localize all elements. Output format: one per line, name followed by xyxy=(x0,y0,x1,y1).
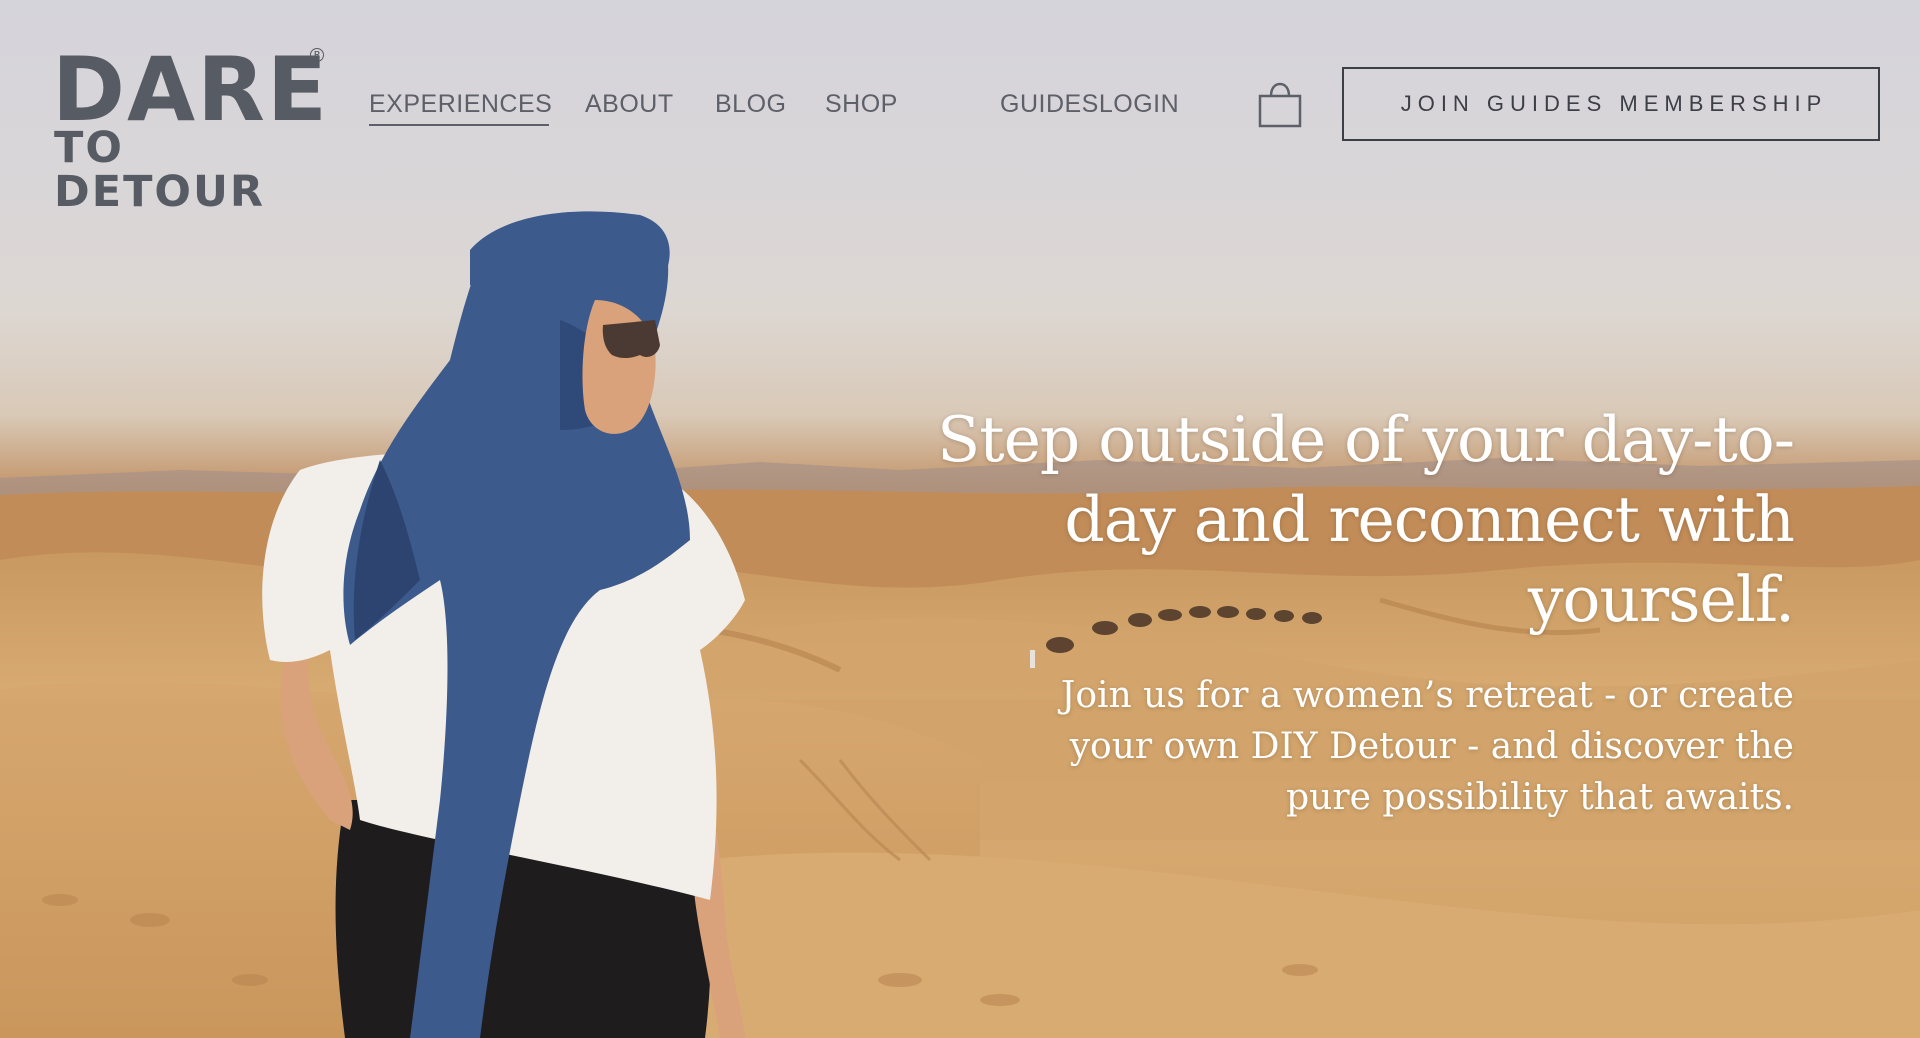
join-guides-membership-button[interactable]: JOIN GUIDES MEMBERSHIP xyxy=(1342,67,1880,141)
nav-guides-login[interactable]: GUIDESLOGIN xyxy=(1000,90,1179,119)
nav-experiences[interactable]: EXPERIENCES xyxy=(369,90,552,119)
hero-headline: Step outside of your day-to-day and reco… xyxy=(937,403,1795,636)
nav-blog[interactable]: BLOG xyxy=(715,90,786,119)
registered-trademark-icon: R xyxy=(310,48,324,62)
nav-about[interactable]: ABOUT xyxy=(585,90,674,119)
shopping-bag-icon[interactable] xyxy=(1258,82,1302,128)
logo-wordmark-top: DARE xyxy=(52,38,330,141)
logo-wordmark-bottom: TO DETOUR xyxy=(54,123,265,217)
nav-shop[interactable]: SHOP xyxy=(825,90,898,119)
hero-section: DARE TO DETOUR R EXPERIENCES ABOUT BLOG … xyxy=(0,0,1920,1038)
brand-logo[interactable]: DARE TO DETOUR R xyxy=(52,38,332,215)
hero-subheadline: Join us for a women’s retreat - or creat… xyxy=(1060,675,1794,818)
nav-active-underline xyxy=(369,124,549,126)
